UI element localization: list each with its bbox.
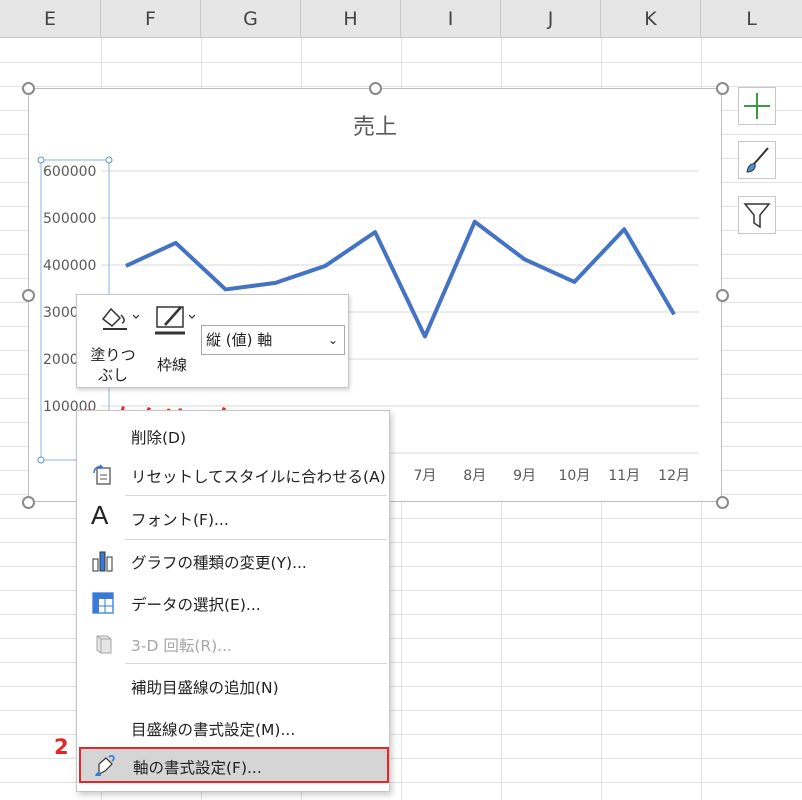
column-header-f[interactable]: F <box>101 0 201 38</box>
x-tick-label: 11月 <box>608 468 640 484</box>
fill-label: 塗りつ <box>90 346 136 364</box>
chart-styles-button[interactable] <box>738 141 776 179</box>
chart-element-select[interactable]: 縦 (値) 軸 ⌄ <box>201 325 345 355</box>
menu-item-label: グラフの種類の変更(Y)... <box>131 554 307 572</box>
x-tick-label: 10月 <box>559 468 591 484</box>
chevron-down-icon: ⌄ <box>327 333 338 347</box>
chart-resize-handle[interactable] <box>22 82 35 95</box>
mini-toolbar: 塗りつ ぶし 枠線 縦 (値) 軸 ⌄ <box>76 294 349 388</box>
format-axis-icon <box>95 755 115 776</box>
brush-icon <box>746 147 769 173</box>
x-tick-label: 9月 <box>513 468 536 484</box>
context-menu: 削除(D) リセットしてスタイルに合わせる(A) A フォント(F)... グラ… <box>76 410 390 792</box>
column-header-e[interactable]: E <box>0 0 101 38</box>
menu-item-label: 目盛線の書式設定(M)... <box>131 721 296 739</box>
menu-item-label: 補助目盛線の追加(N) <box>131 679 279 697</box>
chart-filters-button[interactable] <box>738 196 776 234</box>
axis-selection-handle[interactable] <box>37 456 45 464</box>
reset-style-icon <box>93 464 111 485</box>
menu-item-label: リセットしてスタイルに合わせる(A) <box>131 468 386 486</box>
column-header-h[interactable]: H <box>301 0 401 38</box>
grid-line <box>0 86 802 87</box>
column-header-g[interactable]: G <box>201 0 301 38</box>
column-header-j[interactable]: J <box>501 0 601 38</box>
outline-label: 枠線 <box>156 356 187 374</box>
menu-separator <box>125 495 387 496</box>
step-number-2: 2 <box>54 735 69 759</box>
menu-item-reset-style[interactable]: リセットしてスタイルに合わせる(A) <box>77 456 389 494</box>
menu-item-label: 軸の書式設定(F)... <box>133 759 262 777</box>
column-header: E F G H I J K L <box>0 0 802 38</box>
pencil-outline-icon <box>155 306 196 335</box>
fill-button[interactable]: 塗りつ ぶし <box>83 299 143 385</box>
chart-element-select-value: 縦 (値) 軸 <box>206 331 273 349</box>
menu-item-label: フォント(F)... <box>131 511 229 529</box>
menu-separator <box>125 663 387 664</box>
filter-icon <box>743 203 771 229</box>
menu-item-label: 削除(D) <box>131 429 187 447</box>
chart-elements-button[interactable] <box>738 87 776 125</box>
axis-selection-handle[interactable] <box>105 156 113 164</box>
chart-resize-handle[interactable] <box>369 82 382 95</box>
x-tick-label: 8月 <box>463 468 486 484</box>
menu-item-label: 3-D 回転(R)... <box>131 637 232 655</box>
x-tick-label: 7月 <box>413 468 436 484</box>
chart-resize-handle[interactable] <box>716 82 729 95</box>
menu-item-format-axis[interactable]: 軸の書式設定(F)... <box>79 747 389 783</box>
x-tick-label: 12月 <box>658 468 690 484</box>
plus-icon <box>744 93 770 119</box>
menu-item-delete[interactable]: 削除(D) <box>77 417 389 455</box>
column-header-k[interactable]: K <box>601 0 701 38</box>
chart-resize-handle[interactable] <box>22 496 35 509</box>
menu-item-format-gridlines[interactable]: 目盛線の書式設定(M)... <box>77 709 389 747</box>
font-icon: A <box>91 500 109 530</box>
menu-item-change-chart-type[interactable]: グラフの種類の変更(Y)... <box>77 542 389 580</box>
column-header-i[interactable]: I <box>401 0 501 38</box>
chart-resize-handle[interactable] <box>22 289 35 302</box>
column-header-l[interactable]: L <box>701 0 802 38</box>
menu-item-add-minor-gridlines[interactable]: 補助目盛線の追加(N) <box>77 667 389 705</box>
axis-selection-handle[interactable] <box>37 156 45 164</box>
paint-bucket-icon <box>101 307 139 330</box>
fill-label: ぶし <box>97 366 128 384</box>
chart-resize-handle[interactable] <box>716 496 729 509</box>
y-tick-label: 400000 <box>43 258 96 274</box>
3d-rotation-icon <box>96 635 112 654</box>
outline-button[interactable]: 枠線 <box>147 299 197 385</box>
menu-item-select-data[interactable]: データの選択(E)... <box>77 584 389 622</box>
y-tick-label: 500000 <box>43 211 96 227</box>
select-data-icon <box>92 592 114 614</box>
grid-line <box>0 62 802 63</box>
menu-item-label: データの選択(E)... <box>131 596 261 614</box>
y-tick-label: 600000 <box>43 164 96 180</box>
chart-type-icon <box>92 551 113 572</box>
menu-item-font[interactable]: A フォント(F)... <box>77 499 389 537</box>
menu-item-3d-rotation[interactable]: 3-D 回転(R)... <box>77 625 389 663</box>
chart-resize-handle[interactable] <box>716 289 729 302</box>
menu-separator <box>125 539 387 540</box>
